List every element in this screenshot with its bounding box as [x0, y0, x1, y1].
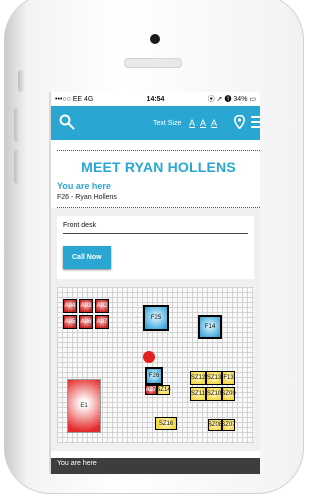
- booth-a04[interactable]: A04: [63, 299, 77, 313]
- booth-a37[interactable]: A37: [145, 385, 157, 395]
- you-are-here-footer: You are here: [51, 458, 260, 474]
- booth-sz10[interactable]: SZ10: [206, 387, 222, 401]
- mute-switch: [18, 70, 24, 92]
- booth-sz09[interactable]: SZ09: [221, 387, 236, 401]
- floor-map[interactable]: A04 A03 A02 A05 A06 A07 F25 F14 F26 A37 …: [57, 287, 254, 443]
- app-header: Text Size A A A: [51, 106, 260, 140]
- phone-screen: •••○○ EE 4G 14:54 ⦿ ➚ ❶ 34% ▭ Text Size …: [49, 92, 260, 474]
- text-size-large[interactable]: A: [211, 118, 217, 128]
- booth-sz07[interactable]: SZ07: [221, 419, 236, 431]
- you-are-here-marker: [143, 351, 155, 363]
- search-icon[interactable]: [59, 114, 75, 130]
- status-indicators: ⦿ ➚ ❶ 34% ▭: [207, 96, 256, 103]
- status-time: 14:54: [146, 95, 165, 103]
- booth-sz13[interactable]: SZ13: [206, 371, 222, 385]
- volume-up-button: [14, 108, 20, 142]
- text-size-small[interactable]: A: [189, 118, 195, 128]
- volume-down-button: [14, 150, 20, 184]
- front-camera: [150, 34, 160, 44]
- booth-sz16[interactable]: SZ16: [155, 417, 177, 430]
- text-size-options: A A A: [189, 118, 217, 128]
- booth-sz14[interactable]: SZ14: [156, 385, 171, 395]
- booth-f26[interactable]: F26: [145, 367, 163, 385]
- text-size-label: Text Size: [153, 120, 182, 127]
- earpiece-speaker: [124, 58, 182, 68]
- page-title: MEET RYAN HOLLENS: [81, 159, 236, 175]
- content-area: Front desk Call Now A04 A03 A02 A05 A06 …: [51, 208, 260, 451]
- booth-a06[interactable]: A06: [79, 315, 93, 329]
- front-desk-label: Front desk: [63, 222, 248, 234]
- booth-f25[interactable]: F25: [143, 305, 169, 331]
- booth-sz11[interactable]: SZ11: [190, 387, 206, 401]
- text-size-medium[interactable]: A: [200, 118, 206, 128]
- front-desk-card: Front desk Call Now: [57, 216, 254, 279]
- location-pin-icon[interactable]: [234, 115, 245, 129]
- booth-f13[interactable]: F13: [222, 371, 235, 385]
- meet-section: MEET RYAN HOLLENS You are here F26 - Rya…: [57, 150, 260, 208]
- status-bar: •••○○ EE 4G 14:54 ⦿ ➚ ❶ 34% ▭: [51, 92, 260, 106]
- booth-f14[interactable]: F14: [198, 315, 222, 339]
- hamburger-menu-icon[interactable]: [251, 116, 260, 128]
- location-line: F26 - Ryan Hollens: [57, 194, 117, 201]
- booth-sz12[interactable]: SZ12: [190, 371, 206, 385]
- you-are-here-heading: You are here: [57, 181, 111, 191]
- call-now-button[interactable]: Call Now: [63, 246, 111, 269]
- booth-a07[interactable]: A07: [95, 315, 109, 329]
- carrier-signal: •••○○ EE 4G: [55, 95, 94, 103]
- booth-a05[interactable]: A05: [63, 315, 77, 329]
- booth-a03[interactable]: A03: [79, 299, 93, 313]
- booth-a02[interactable]: A02: [95, 299, 109, 313]
- booth-e1[interactable]: E1: [67, 379, 101, 433]
- booth-sz08[interactable]: SZ08: [208, 419, 222, 431]
